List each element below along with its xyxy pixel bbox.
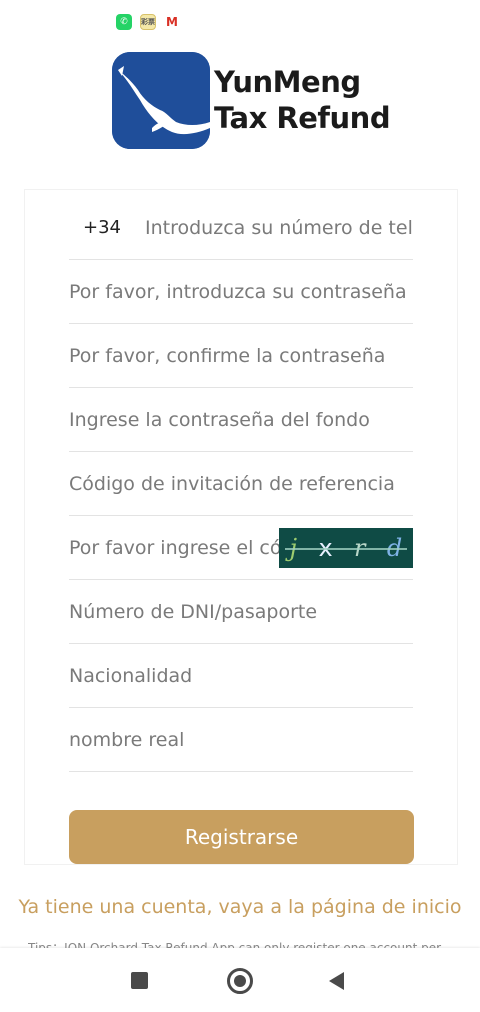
- home-button[interactable]: [227, 968, 253, 994]
- logo-line-1: YunMeng: [214, 65, 361, 99]
- captcha-field[interactable]: Por favor ingrese el cóc j x r d: [69, 516, 413, 580]
- invitation-code-input[interactable]: Código de invitación de referencia: [69, 473, 395, 495]
- confirm-password-field[interactable]: Por favor, confirme la contraseña: [69, 324, 413, 388]
- captcha-input[interactable]: Por favor ingrese el cóc: [69, 537, 292, 559]
- confirm-password-input[interactable]: Por favor, confirme la contraseña: [69, 345, 385, 367]
- register-button[interactable]: Registrarse: [69, 810, 414, 864]
- recents-button[interactable]: [131, 972, 148, 989]
- login-link[interactable]: Ya tiene una cuenta, vaya a la página de…: [0, 896, 480, 918]
- invitation-code-field[interactable]: Código de invitación de referencia: [69, 452, 413, 516]
- gmail-icon: M: [166, 15, 178, 29]
- whatsapp-icon: ✆: [116, 14, 132, 30]
- back-button[interactable]: [329, 972, 344, 990]
- whale-logo-icon: [112, 52, 210, 149]
- captcha-image[interactable]: j x r d: [279, 528, 413, 568]
- register-form: +34 Introduzca su número de teléf Por fa…: [24, 189, 458, 865]
- system-nav-bar: [0, 948, 480, 1012]
- phone-input[interactable]: Introduzca su número de teléf: [145, 217, 413, 239]
- id-number-input[interactable]: Número de DNI/pasaporte: [69, 601, 317, 623]
- logo-title: YunMeng Tax Refund: [214, 64, 391, 136]
- app-logo: YunMeng Tax Refund: [112, 52, 391, 152]
- phone-field[interactable]: +34 Introduzca su número de teléf: [69, 196, 413, 260]
- status-bar: ✆ 彩票 M: [0, 0, 480, 44]
- logo-line-2: Tax Refund: [214, 101, 391, 135]
- password-field[interactable]: Por favor, introduzca su contraseña: [69, 260, 413, 324]
- real-name-input[interactable]: nombre real: [69, 729, 184, 751]
- real-name-field[interactable]: nombre real: [69, 708, 413, 772]
- nationality-field[interactable]: Nacionalidad: [69, 644, 413, 708]
- id-number-field[interactable]: Número de DNI/pasaporte: [69, 580, 413, 644]
- fund-password-field[interactable]: Ingrese la contraseña del fondo: [69, 388, 413, 452]
- app-icon: 彩票: [140, 14, 156, 30]
- country-code[interactable]: +34: [83, 217, 121, 238]
- nationality-input[interactable]: Nacionalidad: [69, 665, 192, 687]
- password-input[interactable]: Por favor, introduzca su contraseña: [69, 281, 407, 303]
- captcha-noise-line: [285, 548, 407, 550]
- fund-password-input[interactable]: Ingrese la contraseña del fondo: [69, 409, 370, 431]
